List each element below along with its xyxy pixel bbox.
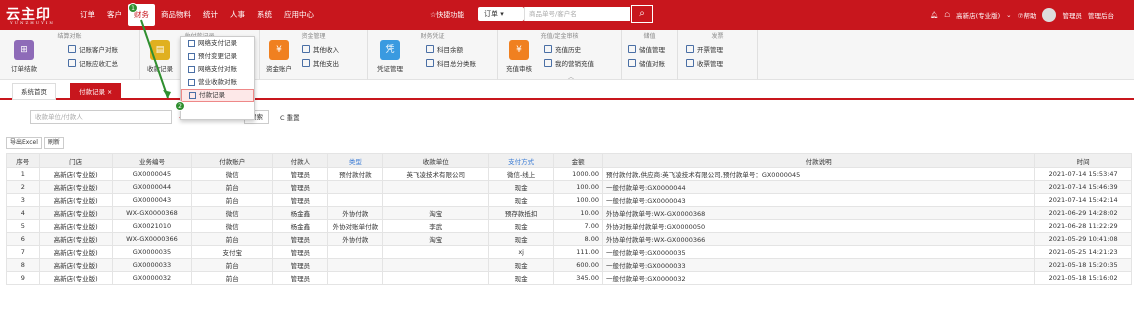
- step-badge-2: 2: [175, 101, 185, 111]
- step-badge-1: 1: [128, 3, 138, 13]
- guide-arrow: [140, 19, 171, 99]
